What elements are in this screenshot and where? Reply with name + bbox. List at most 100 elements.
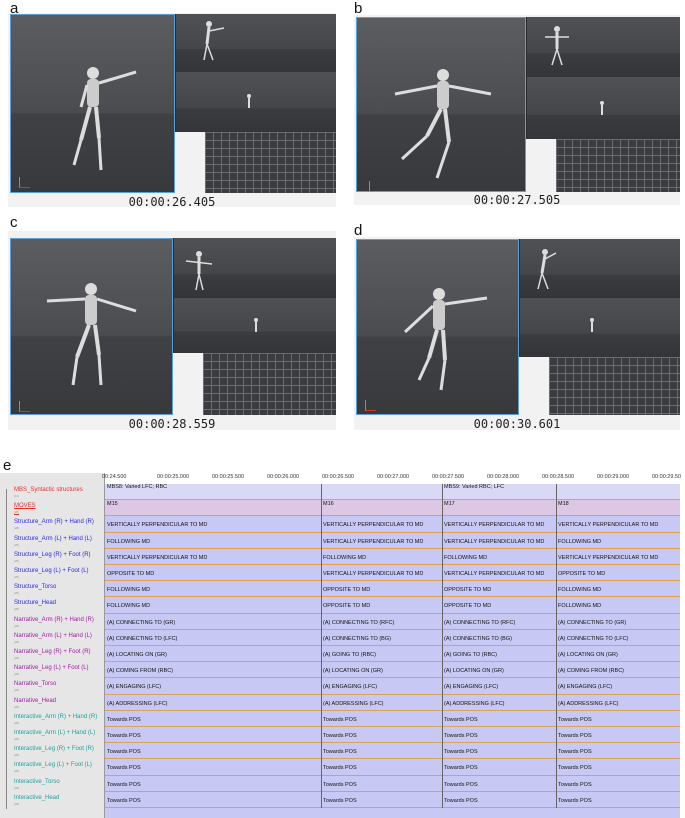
- annotation-cell[interactable]: FOLLOWING MD: [558, 587, 601, 593]
- annotation-cell[interactable]: (A) CONNECTING TO (BG): [323, 636, 391, 642]
- annotation-cell[interactable]: Towards POS: [323, 798, 357, 804]
- annotation-cell[interactable]: (A) CONNECTING TO (GR): [558, 620, 626, 626]
- annotation-cell[interactable]: MBS9: Varied RBC; LFC: [444, 484, 504, 490]
- side-viewport-mid[interactable]: [173, 298, 336, 353]
- annotation-cell[interactable]: (A) COMING FROM (RBC): [558, 668, 624, 674]
- annotation-cell[interactable]: OPPOSITE TO MD: [444, 603, 491, 609]
- tier-label[interactable]: Interactive_Arm (L) + Hand (L) [28]: [14, 730, 95, 741]
- annotation-cell[interactable]: FOLLOWING MD: [107, 603, 150, 609]
- annotation-cell[interactable]: Towards POS: [444, 782, 478, 788]
- annotation-cell[interactable]: VERTICALLY PERPENDICULAR TO MD: [107, 522, 207, 528]
- annotation-cell[interactable]: VERTICALLY PERPENDICULAR TO MD: [444, 522, 544, 528]
- annotation-cell[interactable]: (A) LOCATING ON (GR): [558, 652, 618, 658]
- annotation-cell[interactable]: (A) LOCATING ON (GR): [323, 668, 383, 674]
- annotation-cell[interactable]: Towards POS: [444, 749, 478, 755]
- annotation-cell[interactable]: FOLLOWING MD: [323, 555, 366, 561]
- annotation-cell[interactable]: Towards POS: [558, 782, 592, 788]
- annotation-cell[interactable]: FOLLOWING MD: [107, 587, 150, 593]
- annotation-cell[interactable]: OPPOSITE TO MD: [323, 603, 370, 609]
- annotation-cell[interactable]: (A) CONNECTING TO (RFC): [323, 620, 394, 626]
- annotation-cell[interactable]: Towards POS: [107, 765, 141, 771]
- annotation-cell[interactable]: Towards POS: [107, 782, 141, 788]
- annotation-row[interactable]: Towards POS Towards POS Towards POS Towards…: [105, 759, 680, 776]
- annotation-cell[interactable]: Towards POS: [323, 717, 357, 723]
- annotation-cell[interactable]: (A) ADDRESSING (LFC): [107, 701, 168, 707]
- annotation-cell[interactable]: (A) ENGAGING (LFC): [444, 684, 498, 690]
- annotation-cell[interactable]: (A) ADDRESSING (LFC): [444, 701, 505, 707]
- annotation-cell[interactable]: M18: [558, 501, 569, 507]
- tier-label[interactable]: Interactive_Torso [28]: [14, 779, 60, 790]
- annotation-cell[interactable]: VERTICALLY PERPENDICULAR TO MD: [444, 571, 544, 577]
- side-viewport-mid[interactable]: [519, 298, 680, 357]
- annotation-row[interactable]: Towards POS Towards POS Towards POS Towards…: [105, 776, 680, 792]
- annotation-cell[interactable]: VERTICALLY PERPENDICULAR TO MD: [107, 555, 207, 561]
- tier-label[interactable]: Narrative_Head [28]: [14, 698, 56, 709]
- annotation-cell[interactable]: Towards POS: [558, 765, 592, 771]
- tier-label[interactable]: MBS_Syntactic structures [14]: [14, 487, 83, 498]
- annotation-cell[interactable]: (A) CONNECTING TO (RFC): [444, 620, 515, 626]
- annotation-cell[interactable]: Towards POS: [558, 749, 592, 755]
- main-viewport[interactable]: [10, 14, 175, 193]
- annotation-cell[interactable]: OPPOSITE TO MD: [107, 571, 154, 577]
- tier-label[interactable]: Interactive_Leg (R) + Foot (R) [28]: [14, 746, 94, 757]
- annotation-cell[interactable]: VERTICALLY PERPENDICULAR TO MD: [323, 522, 423, 528]
- annotation-cell[interactable]: VERTICALLY PERPENDICULAR TO MD: [323, 571, 423, 577]
- annotation-row[interactable]: FOLLOWING MD VERTICALLY PERPENDICULAR TO …: [105, 533, 680, 549]
- annotation-cell[interactable]: VERTICALLY PERPENDICULAR TO MD: [323, 539, 423, 545]
- annotation-cell[interactable]: (A) CONNECTING TO (LFC): [107, 636, 177, 642]
- annotation-cell[interactable]: Towards POS: [444, 765, 478, 771]
- annotation-cell[interactable]: Towards POS: [323, 765, 357, 771]
- annotation-cell[interactable]: (A) ADDRESSING (LFC): [323, 701, 384, 707]
- annotation-cell[interactable]: Towards POS: [444, 798, 478, 804]
- annotation-cell[interactable]: (A) LOCATING ON (GR): [107, 652, 167, 658]
- annotation-cell[interactable]: M16: [323, 501, 334, 507]
- annotation-cell[interactable]: FOLLOWING MD: [558, 539, 601, 545]
- floor-grid-viewport[interactable]: [556, 139, 680, 192]
- annotation-cell[interactable]: M17: [444, 501, 455, 507]
- annotation-cell[interactable]: VERTICALLY PERPENDICULAR TO MD: [558, 522, 658, 528]
- tier-label[interactable]: Narrative_Leg (L) + Foot (L) [28]: [14, 665, 89, 676]
- tier-label[interactable]: Structure_Leg (L) + Foot (L) [28]: [14, 568, 89, 579]
- annotation-cell[interactable]: Towards POS: [558, 717, 592, 723]
- annotation-cell[interactable]: (A) CONNECTING TO (LFC): [558, 636, 628, 642]
- annotation-cell[interactable]: Towards POS: [323, 733, 357, 739]
- annotation-cell[interactable]: (A) COMING FROM (RBC): [107, 668, 173, 674]
- annotation-cell[interactable]: Towards POS: [107, 798, 141, 804]
- annotation-cell[interactable]: (A) ADDRESSING (LFC): [558, 701, 619, 707]
- annotation-row[interactable]: Towards POS Towards POS Towards POS Towards…: [105, 792, 680, 808]
- tier-label[interactable]: Narrative_Arm (L) + Hand (L) [28]: [14, 633, 92, 644]
- main-viewport[interactable]: [356, 17, 526, 192]
- annotation-row[interactable]: (A) LOCATING ON (GR) (A) GOING TO (RBC) (A…: [105, 646, 680, 663]
- annotation-cell[interactable]: OPPOSITE TO MD: [558, 571, 605, 577]
- side-viewport-mid[interactable]: [526, 77, 680, 139]
- floor-grid-viewport[interactable]: [203, 353, 336, 415]
- annotation-row[interactable]: FOLLOWING MD OPPOSITE TO MD OPPOSITE TO MD…: [105, 581, 680, 598]
- annotation-row[interactable]: Towards POS Towards POS Towards POS Towards…: [105, 743, 680, 760]
- main-viewport[interactable]: [10, 238, 173, 415]
- tier-label[interactable]: MOVES [28]: [14, 503, 36, 514]
- tier-label[interactable]: Structure_Leg (R) + Foot (R) [28]: [14, 552, 91, 563]
- annotation-cell[interactable]: Towards POS: [558, 733, 592, 739]
- annotation-row[interactable]: Towards POS Towards POS Towards POS Towards…: [105, 727, 680, 744]
- annotation-row[interactable]: Towards POS Towards POS Towards POS Towards…: [105, 711, 680, 727]
- annotation-cell[interactable]: OPPOSITE TO MD: [323, 587, 370, 593]
- annotation-cell[interactable]: Towards POS: [444, 717, 478, 723]
- annotation-cell[interactable]: VERTICALLY PERPENDICULAR TO MD: [558, 555, 658, 561]
- annotation-row[interactable]: (A) COMING FROM (RBC) (A) LOCATING ON (GR…: [105, 662, 680, 679]
- tier-label[interactable]: Interactive_Leg (L) + Foot (L) [28]: [14, 762, 92, 773]
- main-viewport[interactable]: [356, 239, 519, 415]
- annotation-row[interactable]: MBS8: Varied LFC; RBC MBS9: Varied RBC; L…: [105, 484, 680, 501]
- annotation-cell[interactable]: MBS8: Varied LFC; RBC: [107, 484, 167, 490]
- tier-label[interactable]: Structure_Arm (R) + Hand (R) [28]: [14, 519, 94, 530]
- annotation-row[interactable]: (A) CONNECTING TO (GR) (A) CONNECTING TO …: [105, 614, 680, 630]
- annotation-row[interactable]: VERTICALLY PERPENDICULAR TO MD FOLLOWING …: [105, 549, 680, 565]
- annotation-cell[interactable]: (A) GOING TO (RBC): [323, 652, 376, 658]
- annotation-cell[interactable]: VERTICALLY PERPENDICULAR TO MD: [444, 539, 544, 545]
- annotation-row[interactable]: VERTICALLY PERPENDICULAR TO MD VERTICALLY…: [105, 516, 680, 533]
- floor-grid-viewport[interactable]: [205, 132, 336, 193]
- annotation-cell[interactable]: Towards POS: [107, 717, 141, 723]
- annotation-row[interactable]: (A) ENGAGING (LFC) (A) ENGAGING (LFC) (A) …: [105, 678, 680, 695]
- floor-grid-viewport[interactable]: [549, 357, 680, 415]
- annotation-cell[interactable]: Towards POS: [558, 798, 592, 804]
- annotation-cell[interactable]: Towards POS: [107, 749, 141, 755]
